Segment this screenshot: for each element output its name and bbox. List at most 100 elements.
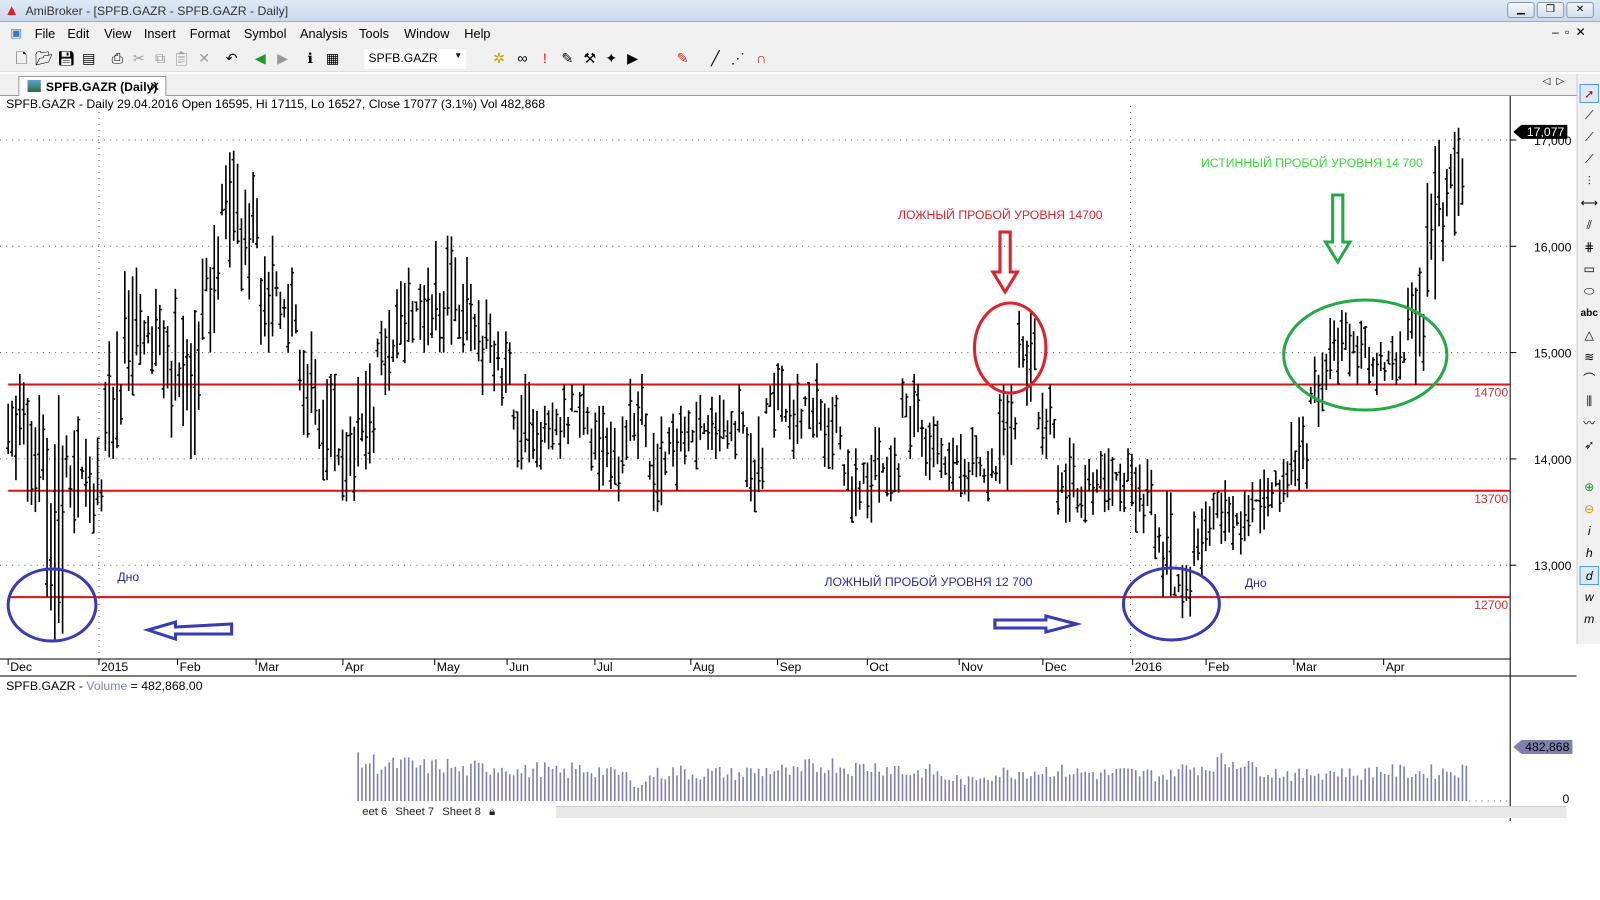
exclamation-icon[interactable]: ! xyxy=(536,50,554,66)
minimize-button[interactable]: ▁ xyxy=(1507,2,1535,18)
ohlc-bar xyxy=(542,405,547,443)
ohlc-bar xyxy=(733,420,738,459)
menu-help[interactable]: Help xyxy=(464,27,490,41)
color-pen-icon[interactable]: ✎ xyxy=(673,50,691,66)
ohlc-bar xyxy=(585,406,590,435)
horizontal-line-icon[interactable]: ⟷ xyxy=(1580,194,1599,213)
select-arrow-icon[interactable]: ➚ xyxy=(1579,84,1599,103)
forward-icon[interactable]: ▶ xyxy=(273,50,291,66)
y-tick-label: 14,000 xyxy=(1534,453,1572,467)
menu-file[interactable]: File xyxy=(35,27,56,41)
ohlc-bar xyxy=(406,267,411,343)
menu-analysis[interactable]: Analysis xyxy=(300,27,347,41)
ohlc-bar xyxy=(1203,501,1208,552)
explore-icon[interactable]: ✎ xyxy=(558,50,576,66)
y-tick-label: 15,000 xyxy=(1534,347,1572,361)
menu-view[interactable]: View xyxy=(104,27,131,41)
zigzag-icon[interactable]: 〰 xyxy=(1580,414,1599,433)
ohlc-bar xyxy=(433,240,438,331)
magnet-icon[interactable]: ∩ xyxy=(752,50,770,66)
ohlc-bar xyxy=(713,412,718,459)
ohlc-bar xyxy=(958,434,963,498)
sheet-tab[interactable]: eet 6 xyxy=(362,806,387,819)
paste-icon[interactable]: 📋︎ xyxy=(172,50,191,66)
ohlc-bar xyxy=(523,373,528,453)
weekly-icon[interactable]: w xyxy=(1580,588,1599,607)
restore-button[interactable]: ❐ xyxy=(1536,2,1565,18)
rectangle-icon[interactable]: ▭ xyxy=(1580,260,1599,279)
backtest-icon[interactable]: ▶ xyxy=(623,50,641,66)
cut-icon[interactable]: ✂ xyxy=(130,50,148,66)
close-button[interactable]: ✕ xyxy=(1566,2,1594,18)
quote-editor-icon[interactable]: ▦ xyxy=(323,50,341,66)
ohlc-bar xyxy=(896,463,901,493)
scan-icon[interactable]: ⚒ xyxy=(581,50,599,66)
draw-line-icon[interactable]: ╱ xyxy=(706,50,724,66)
menu-insert[interactable]: Insert xyxy=(144,27,176,41)
fibonacci-icon[interactable]: ⋕ xyxy=(1580,238,1599,257)
menu-symbol[interactable]: Symbol xyxy=(244,27,287,41)
ohlc-bar xyxy=(375,338,380,358)
ohlc-bar xyxy=(1242,490,1247,542)
zoom-in-icon[interactable]: ⊕ xyxy=(1580,478,1599,497)
delete-icon[interactable]: ✕ xyxy=(195,50,213,66)
arc-icon[interactable]: ⌒ xyxy=(1580,370,1599,389)
line-icon[interactable]: ⟋ xyxy=(1580,106,1599,125)
new-icon[interactable]: 🗋 xyxy=(12,50,30,66)
ohlc-bar xyxy=(1071,443,1076,498)
symbol-select[interactable]: SPFB.GAZR ▼ xyxy=(364,49,467,69)
bars-icon[interactable]: ✲ xyxy=(490,50,508,66)
triangle-icon[interactable]: △ xyxy=(1580,326,1599,345)
save-icon[interactable]: 💾︎ xyxy=(57,50,75,66)
ohlc-bar xyxy=(1359,320,1364,369)
monthly-icon[interactable]: m xyxy=(1580,610,1599,629)
vertical-line-icon[interactable]: ⫶ xyxy=(1580,172,1599,191)
text-icon[interactable]: abc xyxy=(1580,304,1599,323)
close-tab-icon[interactable]: ✕ xyxy=(149,79,160,95)
save-all-icon[interactable]: ▤ xyxy=(80,50,98,66)
sheet-tab[interactable]: Sheet 7 xyxy=(395,806,434,819)
ohlc-bar xyxy=(1339,310,1344,361)
cycles-icon[interactable]: ⫼ xyxy=(1580,392,1599,411)
ohlc-bar xyxy=(838,426,843,450)
ohlc-bar xyxy=(1437,140,1442,227)
arrow-icon[interactable]: ➶ xyxy=(1580,436,1599,455)
lock-icon[interactable]: 🔒︎ xyxy=(489,806,495,819)
ohlc-bar xyxy=(709,396,715,450)
copy-icon[interactable]: ⧉ xyxy=(151,50,169,66)
ohlc-bar xyxy=(1363,325,1368,359)
menu-edit[interactable]: Edit xyxy=(67,27,89,41)
print-icon[interactable]: ⎙ xyxy=(108,50,126,66)
daily-icon[interactable]: d xyxy=(1579,566,1599,585)
ohlc-bar xyxy=(562,384,567,438)
glasses-icon[interactable]: ∞ xyxy=(513,50,531,66)
x-tick-label: Aug xyxy=(693,660,715,674)
sheet-tab[interactable]: Sheet 8 xyxy=(442,806,481,819)
menu-format[interactable]: Format xyxy=(190,27,230,41)
ohlc-bar xyxy=(931,416,936,468)
tab-chart[interactable]: SPFB.GAZR (Daily) ✕ xyxy=(18,76,167,96)
info-icon[interactable]: ℹ xyxy=(301,50,319,66)
wizard-icon[interactable]: ✦ xyxy=(602,50,620,66)
zoom-out-icon[interactable]: ⊖ xyxy=(1580,500,1599,519)
parallel-lines-icon[interactable]: ⫽ xyxy=(1580,216,1599,235)
ohlc-bar xyxy=(212,225,217,334)
mdi-controls[interactable]: –▫✕ xyxy=(1552,25,1592,39)
menu-window[interactable]: Window xyxy=(404,27,449,41)
dotted-line-icon[interactable]: ⋰ xyxy=(729,50,747,66)
doc-icon[interactable]: ▣ xyxy=(10,25,22,40)
undo-icon[interactable]: ↶ xyxy=(222,50,240,66)
horizontal-scrollbar[interactable] xyxy=(556,806,1567,818)
fibo-fan-icon[interactable]: ≋ xyxy=(1580,348,1599,367)
ray-icon[interactable]: ⟋ xyxy=(1580,128,1599,147)
intraday-icon[interactable]: i xyxy=(1580,522,1599,541)
extended-line-icon[interactable]: ⟋ xyxy=(1580,150,1599,169)
tab-scroll-arrows[interactable]: ◁▷ xyxy=(1542,76,1570,87)
hourly-icon[interactable]: h xyxy=(1580,544,1599,563)
back-icon[interactable]: ◀ xyxy=(251,50,269,66)
open-icon[interactable]: 📂︎ xyxy=(35,50,53,66)
ohlc-bar xyxy=(313,359,318,425)
menu-tools[interactable]: Tools xyxy=(359,27,389,41)
ellipse-icon[interactable]: ⬭ xyxy=(1580,282,1599,301)
price-chart[interactable]: 13,00014,00015,00016,00017,000Dec 2015 Feb… xyxy=(0,96,1577,821)
